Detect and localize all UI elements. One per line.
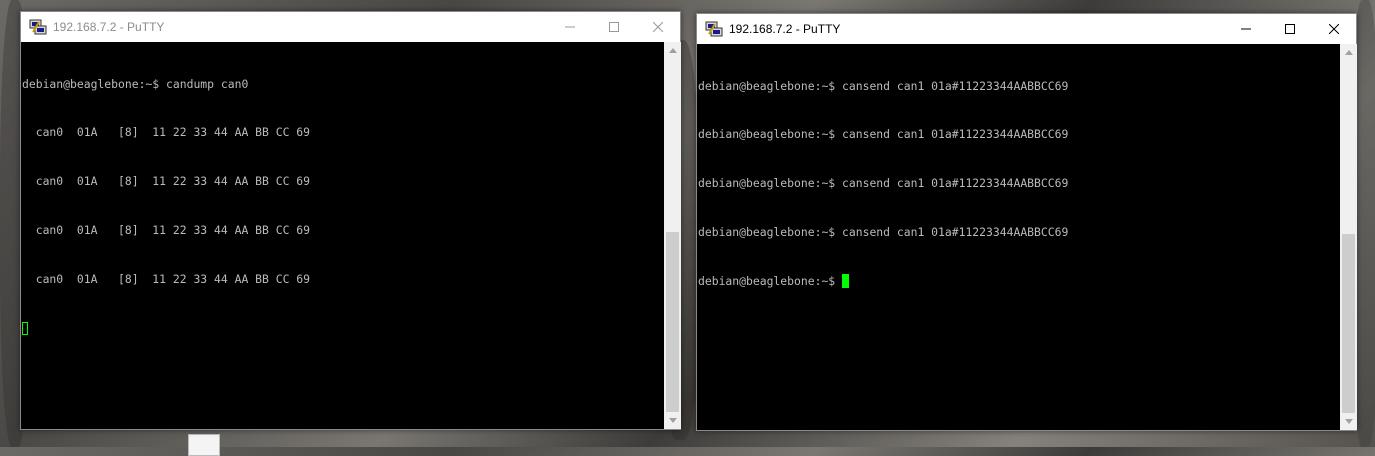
terminal-line: debian@beaglebone:~$ cansend can1 01a#11… <box>698 127 1069 142</box>
text-cursor <box>22 322 28 336</box>
vertical-scrollbar[interactable] <box>664 42 681 429</box>
scroll-up-button[interactable] <box>664 42 681 59</box>
vertical-scrollbar[interactable] <box>1340 44 1357 430</box>
terminal-line: debian@beaglebone:~$ candump can0 <box>22 76 249 91</box>
terminal-line: debian@beaglebone:~$ cansend can1 01a#11… <box>698 176 1069 191</box>
close-icon <box>1329 24 1339 34</box>
scroll-up-arrow-icon <box>668 48 677 53</box>
prompt-text: debian@beaglebone:~$ <box>698 274 843 289</box>
maximize-button[interactable] <box>1268 14 1312 44</box>
scroll-down-arrow-icon <box>668 418 677 423</box>
window-title: 192.168.7.2 - PuTTY <box>53 20 165 34</box>
scroll-up-button[interactable] <box>1340 44 1357 61</box>
desktop-file-icon[interactable] <box>188 434 220 456</box>
terminal-line: can0 01A [8] 11 22 33 44 AA BB CC 69 <box>22 272 311 287</box>
minimize-button[interactable] <box>548 12 592 42</box>
terminal-line: debian@beaglebone:~$ cansend can1 01a#11… <box>698 78 1069 93</box>
text-cursor <box>842 274 850 289</box>
terminal-line: can0 01A [8] 11 22 33 44 AA BB CC 69 <box>22 174 311 189</box>
scroll-down-arrow-icon <box>1344 419 1353 424</box>
minimize-button[interactable] <box>1224 14 1268 44</box>
putty-window-receiver[interactable]: 192.168.7.2 - PuTTY debian@beaglebone:~$… <box>20 11 681 430</box>
maximize-icon <box>1285 24 1295 34</box>
title-bar[interactable]: 192.168.7.2 - PuTTY <box>21 12 680 42</box>
maximize-button[interactable] <box>592 12 636 42</box>
putty-icon <box>29 19 47 35</box>
terminal-area[interactable]: debian@beaglebone:~$ cansend can1 01a#11… <box>697 44 1340 430</box>
terminal-line: can0 01A [8] 11 22 33 44 AA BB CC 69 <box>22 223 311 238</box>
terminal-line: can0 01A [8] 11 22 33 44 AA BB CC 69 <box>22 125 311 140</box>
putty-window-sender[interactable]: 192.168.7.2 - PuTTY debian@beaglebone:~$… <box>696 13 1357 431</box>
minimize-icon <box>565 26 575 28</box>
terminal-line: debian@beaglebone:~$ cansend can1 01a#11… <box>698 225 1069 240</box>
scrollbar-thumb[interactable] <box>666 232 679 412</box>
title-bar[interactable]: 192.168.7.2 - PuTTY <box>697 14 1356 44</box>
terminal-area[interactable]: debian@beaglebone:~$ candump can0 can0 0… <box>21 42 664 429</box>
window-title: 192.168.7.2 - PuTTY <box>729 22 841 36</box>
scroll-down-button[interactable] <box>1340 413 1357 430</box>
putty-icon <box>705 21 723 37</box>
cursor-line <box>22 320 663 336</box>
prompt-line: debian@beaglebone:~$ <box>698 273 1339 289</box>
close-icon <box>653 22 663 32</box>
scroll-down-button[interactable] <box>664 412 681 429</box>
close-button[interactable] <box>636 12 680 42</box>
maximize-icon <box>609 22 619 32</box>
scrollbar-thumb[interactable] <box>1342 234 1355 413</box>
close-button[interactable] <box>1312 14 1356 44</box>
minimize-icon <box>1241 28 1251 30</box>
scroll-up-arrow-icon <box>1344 50 1353 55</box>
